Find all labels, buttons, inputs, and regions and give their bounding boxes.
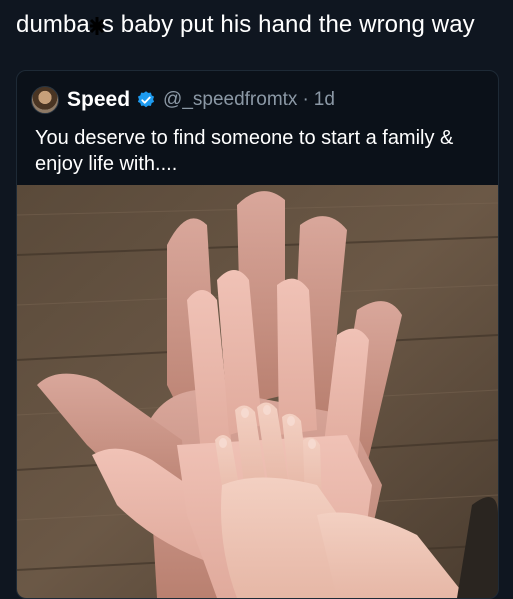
verified-badge-icon bbox=[137, 91, 155, 108]
timestamp[interactable]: 1d bbox=[314, 89, 335, 111]
post-caption: dumba s baby put his hand the wrong way bbox=[16, 10, 475, 40]
hands-photo bbox=[17, 185, 498, 598]
caption-text-end: s baby put his hand the wrong way bbox=[101, 11, 475, 38]
tweet-text: You deserve to find someone to start a f… bbox=[35, 127, 454, 175]
tweet-photo[interactable] bbox=[17, 185, 498, 598]
avatar[interactable] bbox=[31, 86, 59, 114]
display-name[interactable]: Speed bbox=[67, 88, 130, 112]
user-handle[interactable]: @_speedfromtx bbox=[163, 89, 297, 111]
quoted-tweet-card[interactable]: Speed @_speedfromtx · 1d You deserve to … bbox=[16, 70, 499, 599]
tweet-header: Speed @_speedfromtx · 1d bbox=[31, 85, 335, 115]
censor-mark-icon bbox=[89, 16, 104, 35]
separator-dot: · bbox=[302, 89, 309, 110]
caption-text-start: dumba bbox=[16, 11, 90, 38]
